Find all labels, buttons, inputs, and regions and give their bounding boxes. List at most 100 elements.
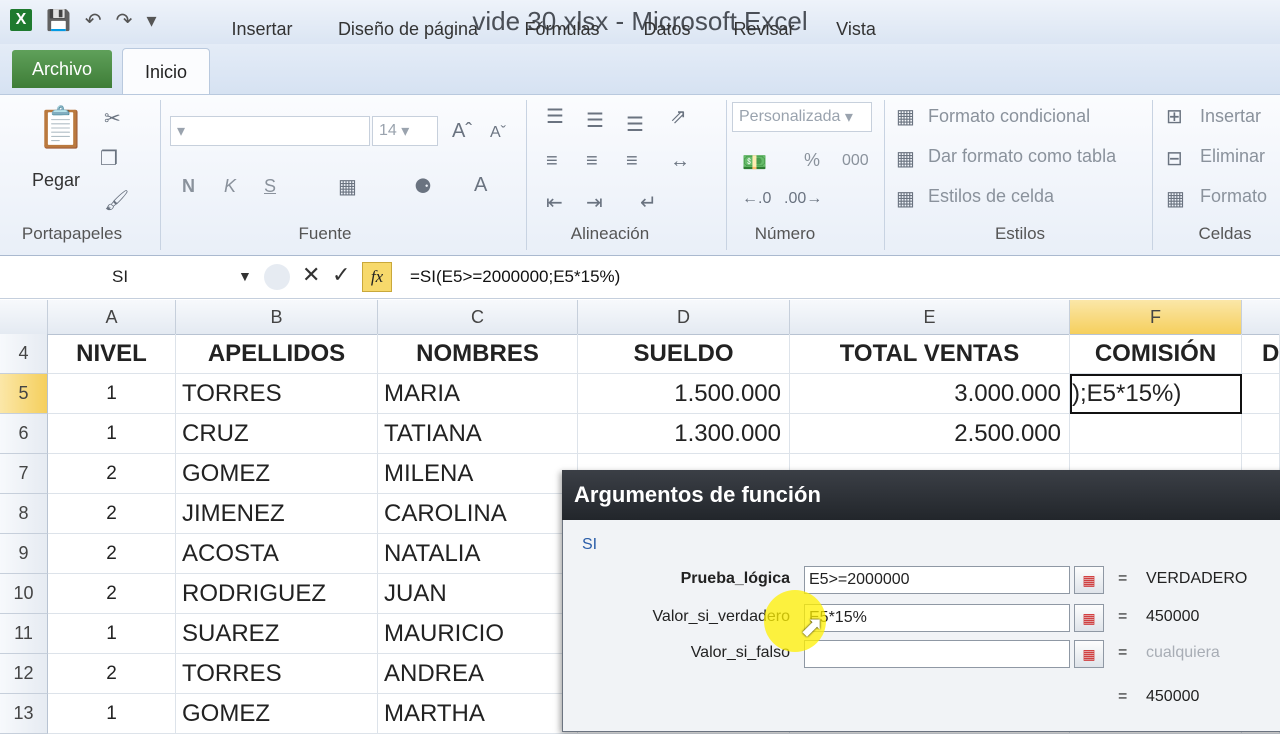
select-all-corner[interactable] xyxy=(0,300,48,334)
conditional-format-icon[interactable]: ▦ xyxy=(896,104,915,129)
shrink-font-icon[interactable]: Aˇ xyxy=(490,124,506,142)
format-cells-button[interactable]: Formato xyxy=(1200,186,1267,207)
cell-header-nivel[interactable]: NIVEL xyxy=(48,334,176,374)
row-header[interactable]: 13 xyxy=(0,694,48,734)
cell-header-d-partial[interactable]: D xyxy=(1242,334,1280,374)
borders-icon[interactable]: ▦ xyxy=(338,174,357,199)
cell-nivel[interactable]: 2 xyxy=(48,574,176,614)
delete-cells-button[interactable]: Eliminar xyxy=(1200,146,1265,167)
insert-cells-icon[interactable]: ⊞ xyxy=(1166,104,1183,129)
cell-sueldo[interactable]: 1.300.000 xyxy=(578,414,790,454)
copy-icon[interactable]: ❐ xyxy=(100,146,118,171)
cell-apellido[interactable]: TORRES xyxy=(176,654,378,694)
row-header[interactable]: 10 xyxy=(0,574,48,614)
active-cell-f5[interactable]: );E5*15%) xyxy=(1070,374,1242,414)
underline-button[interactable]: S xyxy=(264,176,276,197)
align-right-icon[interactable]: ≡ xyxy=(626,150,638,173)
align-bottom-icon[interactable]: ☰ xyxy=(626,112,644,137)
cell-nombre[interactable]: MILENA xyxy=(378,454,578,494)
arg-input[interactable]: E5>=2000000 xyxy=(804,566,1070,594)
number-format-combo[interactable]: Personalizada ▾ xyxy=(732,102,872,132)
wrap-text-icon[interactable]: ↵ xyxy=(640,190,657,215)
cell-nivel[interactable]: 1 xyxy=(48,414,176,454)
row-header[interactable]: 5 xyxy=(0,374,48,414)
paste-icon[interactable]: 📋 xyxy=(36,104,86,151)
cell-nombre[interactable]: CAROLINA xyxy=(378,494,578,534)
row-header[interactable]: 12 xyxy=(0,654,48,694)
confirm-entry-icon[interactable]: ✓ xyxy=(332,262,350,288)
cell-apellido[interactable]: ACOSTA xyxy=(176,534,378,574)
column-header-e[interactable]: E xyxy=(790,300,1070,334)
cell-nombre[interactable]: MAURICIO xyxy=(378,614,578,654)
delete-cells-icon[interactable]: ⊟ xyxy=(1166,146,1183,171)
align-left-icon[interactable]: ≡ xyxy=(546,150,558,173)
tab-diseno[interactable]: Diseño de página xyxy=(326,12,490,46)
cell-header-nombres[interactable]: NOMBRES xyxy=(378,334,578,374)
cell-nivel[interactable]: 2 xyxy=(48,494,176,534)
decrease-indent-icon[interactable]: ⇤ xyxy=(546,190,563,215)
cell-nivel[interactable]: 1 xyxy=(48,694,176,734)
format-as-table-icon[interactable]: ▦ xyxy=(896,146,915,171)
cell-apellido[interactable]: GOMEZ xyxy=(176,694,378,734)
align-center-icon[interactable]: ≡ xyxy=(586,150,598,173)
cell-styles-icon[interactable]: ▦ xyxy=(896,186,915,211)
cancel-entry-icon[interactable]: ✕ xyxy=(302,262,320,288)
row-header[interactable]: 4 xyxy=(0,334,48,374)
fill-color-icon[interactable]: ⚈ xyxy=(414,174,432,199)
tab-revisar[interactable]: Revisar xyxy=(724,12,804,46)
font-color-icon[interactable]: A xyxy=(474,174,487,197)
tab-formulas[interactable]: Fórmulas xyxy=(514,12,610,46)
cell-nombre[interactable]: TATIANA xyxy=(378,414,578,454)
name-box-dropdown-icon[interactable]: ▼ xyxy=(238,268,252,284)
column-header-g[interactable] xyxy=(1242,300,1280,334)
conditional-format-button[interactable]: Formato condicional xyxy=(928,106,1090,127)
cell-sueldo[interactable]: 1.500.000 xyxy=(578,374,790,414)
tab-archivo[interactable]: Archivo xyxy=(12,50,112,88)
collapse-dialog-icon[interactable]: ▦ xyxy=(1074,566,1104,594)
row-header[interactable]: 6 xyxy=(0,414,48,454)
tab-inicio[interactable]: Inicio xyxy=(122,48,210,95)
cell-comision[interactable] xyxy=(1070,414,1242,454)
formula-input[interactable]: =SI(E5>=2000000;E5*15%) xyxy=(410,262,620,292)
cell-nombre[interactable]: JUAN xyxy=(378,574,578,614)
row-header[interactable]: 9 xyxy=(0,534,48,574)
insert-cells-button[interactable]: Insertar xyxy=(1200,106,1261,127)
arg-input[interactable]: E5*15% xyxy=(804,604,1070,632)
cell-header-total-ventas[interactable]: TOTAL VENTAS xyxy=(790,334,1070,374)
column-header-d[interactable]: D xyxy=(578,300,790,334)
font-size-combo[interactable]: 14 ▾ xyxy=(372,116,438,146)
name-box[interactable]: SI xyxy=(4,262,256,292)
arg-input[interactable] xyxy=(804,640,1070,668)
grow-font-icon[interactable]: Aˆ xyxy=(452,120,472,143)
row-header[interactable]: 11 xyxy=(0,614,48,654)
cell-styles-button[interactable]: Estilos de celda xyxy=(928,186,1054,207)
cell-g[interactable] xyxy=(1242,374,1280,414)
cell-g[interactable] xyxy=(1242,414,1280,454)
insert-function-icon[interactable]: fx xyxy=(362,262,392,292)
format-as-table-button[interactable]: Dar formato como tabla xyxy=(928,146,1116,167)
cell-apellido[interactable]: RODRIGUEZ xyxy=(176,574,378,614)
cell-nivel[interactable]: 2 xyxy=(48,654,176,694)
bold-button[interactable]: N xyxy=(182,176,195,197)
row-header[interactable]: 8 xyxy=(0,494,48,534)
percent-button[interactable]: % xyxy=(804,150,820,171)
increase-indent-icon[interactable]: ⇥ xyxy=(586,190,603,215)
column-header-c[interactable]: C xyxy=(378,300,578,334)
row-header[interactable]: 7 xyxy=(0,454,48,494)
cell-apellido[interactable]: SUAREZ xyxy=(176,614,378,654)
align-top-icon[interactable]: ☰ xyxy=(546,104,564,129)
cell-header-comision[interactable]: COMISIÓN xyxy=(1070,334,1242,374)
cell-nombre[interactable]: ANDREA xyxy=(378,654,578,694)
italic-button[interactable]: K xyxy=(224,176,236,197)
font-name-combo[interactable]: ▾ xyxy=(170,116,370,146)
cell-apellido[interactable]: CRUZ xyxy=(176,414,378,454)
tab-vista[interactable]: Vista xyxy=(826,12,886,46)
column-header-a[interactable]: A xyxy=(48,300,176,334)
decrease-decimal-icon[interactable]: .00→ xyxy=(784,190,822,208)
cell-nivel[interactable]: 1 xyxy=(48,614,176,654)
currency-icon[interactable]: 💵 xyxy=(742,150,767,175)
merge-center-icon[interactable]: ↔ xyxy=(670,150,690,173)
format-painter-icon[interactable]: 🖌 xyxy=(104,188,129,213)
cell-nombre[interactable]: MARIA xyxy=(378,374,578,414)
cell-nombre[interactable]: NATALIA xyxy=(378,534,578,574)
